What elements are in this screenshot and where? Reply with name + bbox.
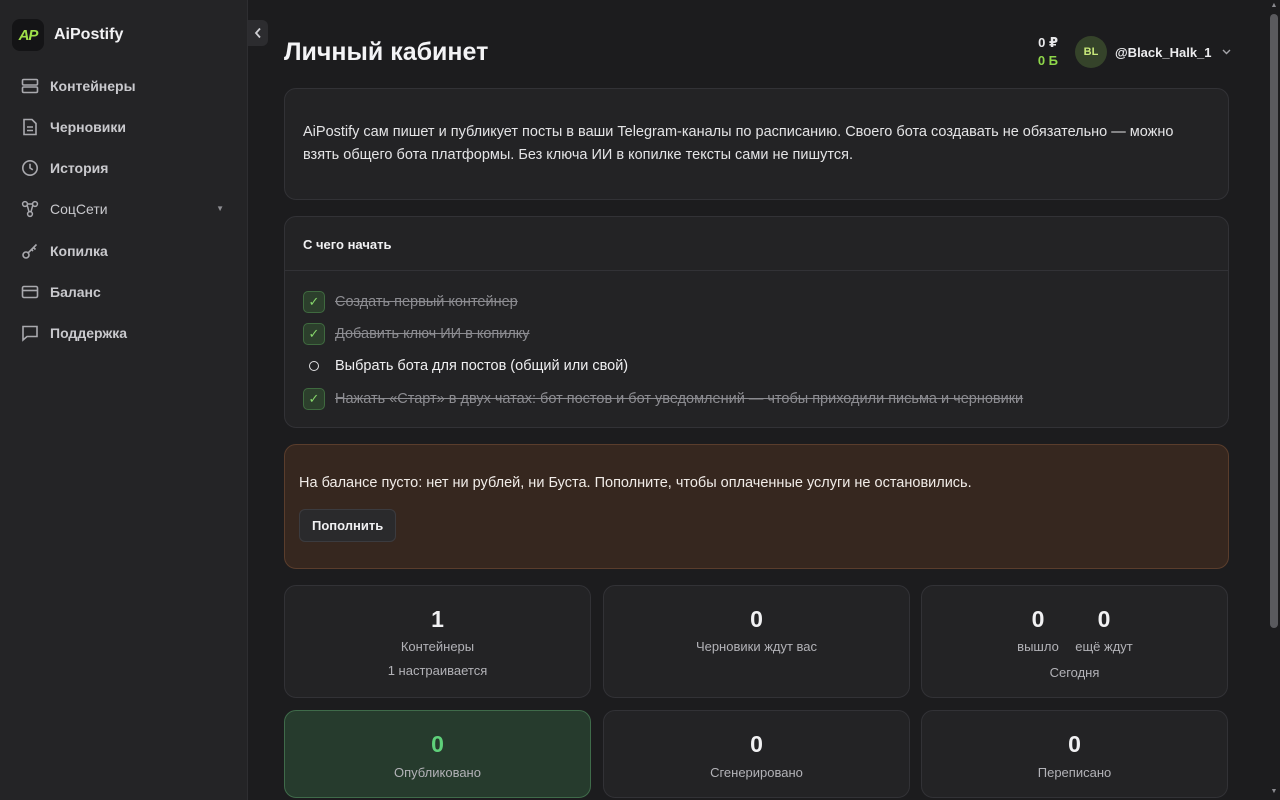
empty-balance-alert: На балансе пусто: нет ни рублей, ни Буст… xyxy=(284,444,1229,569)
user-menu[interactable]: BL @Black_Halk_1 xyxy=(1075,36,1231,68)
logo: AP xyxy=(12,19,44,51)
key-icon xyxy=(20,241,40,261)
stat-today[interactable]: 0 вышло 0 ещё ждут Сегодня xyxy=(921,585,1228,698)
stat-published[interactable]: 0 Опубликовано xyxy=(284,710,591,798)
network-icon xyxy=(20,199,40,219)
step-label: Выбрать бота для постов (общий или свой) xyxy=(335,358,629,374)
server-icon xyxy=(20,76,40,96)
stat-label: Опубликовано xyxy=(394,765,481,780)
checkmark-icon: ✓ xyxy=(303,388,325,410)
sidebar-item-socials[interactable]: СоцСети ▼ xyxy=(10,191,238,227)
step-item[interactable]: ✓ Создать первый контейнер xyxy=(303,290,518,314)
sidebar-item-containers[interactable]: Контейнеры xyxy=(10,68,238,104)
scrollbar[interactable]: ▲ ▼ xyxy=(1268,0,1280,800)
chevron-down-icon xyxy=(1222,47,1231,58)
stat-label: Черновики ждут вас xyxy=(695,639,818,654)
sidebar-item-balance[interactable]: Баланс xyxy=(10,274,238,310)
step-item[interactable]: ✓ Нажать «Старт» в двух чатах: бот посто… xyxy=(303,387,1023,411)
stat-value: 1 xyxy=(431,606,444,632)
card-icon xyxy=(20,282,40,302)
sidebar-item-label: Баланс xyxy=(50,284,101,300)
stat-value: 0 xyxy=(1031,606,1045,632)
stat-value: 0 xyxy=(1097,606,1111,632)
sidebar-item-label: СоцСети xyxy=(50,201,108,217)
intro-card: AiPostify сам пишет и публикует посты в … xyxy=(284,88,1229,200)
stat-value: 0 xyxy=(431,731,444,757)
clock-icon xyxy=(20,158,40,178)
chevron-left-icon xyxy=(254,27,261,39)
checkmark-icon: ✓ xyxy=(303,323,325,345)
avatar: BL xyxy=(1075,36,1107,68)
username: @Black_Halk_1 xyxy=(1115,44,1212,60)
step-label: Нажать «Старт» в двух чатах: бот постов … xyxy=(335,391,1024,407)
intro-text: AiPostify сам пишет и публикует посты в … xyxy=(303,124,1174,163)
stat-label: Контейнеры xyxy=(400,639,475,654)
scroll-up-arrow-icon[interactable]: ▲ xyxy=(1270,2,1278,12)
checkmark-icon: ✓ xyxy=(303,291,325,313)
circle-icon xyxy=(303,355,325,377)
chevron-down-icon: ▼ xyxy=(216,204,224,213)
sidebar-item-label: Поддержка xyxy=(50,325,128,341)
scroll-down-arrow-icon[interactable]: ▼ xyxy=(1270,788,1278,798)
today-waiting: 0 ещё ждут xyxy=(1069,606,1139,654)
stat-value: 0 xyxy=(750,606,763,632)
brand[interactable]: AP AiPostify xyxy=(12,18,123,52)
step-label: Добавить ключ ИИ в копилку xyxy=(335,326,530,342)
stat-value: 0 xyxy=(1068,731,1081,757)
sidebar: AP AiPostify Контейнеры Черновики Истори… xyxy=(0,0,248,800)
sidebar-item-vault[interactable]: Копилка xyxy=(10,233,238,269)
getting-started-title: С чего начать xyxy=(303,237,392,252)
sidebar-item-drafts[interactable]: Черновики xyxy=(10,109,238,145)
sidebar-item-history[interactable]: История xyxy=(10,150,238,186)
stat-drafts[interactable]: 0 Черновики ждут вас xyxy=(603,585,910,698)
stat-label: вышло xyxy=(1017,639,1059,654)
sidebar-item-label: Контейнеры xyxy=(50,78,136,94)
sidebar-item-support[interactable]: Поддержка xyxy=(10,315,238,351)
top-up-button[interactable]: Пополнить xyxy=(299,509,397,542)
sidebar-item-label: История xyxy=(50,160,109,176)
alert-text: На балансе пусто: нет ни рублей, ни Буст… xyxy=(299,475,972,491)
chat-icon xyxy=(20,323,40,343)
stat-label: Сегодня xyxy=(1049,665,1100,680)
balance-rub: 0 ₽ xyxy=(1038,35,1058,50)
balance-boost: 0 Б xyxy=(1037,53,1058,68)
stat-sub: 1 настраивается xyxy=(387,663,488,678)
sidebar-item-label: Черновики xyxy=(50,119,127,135)
sidebar-item-label: Копилка xyxy=(50,243,108,259)
balance-summary[interactable]: 0 ₽ 0 Б xyxy=(1030,34,1058,70)
collapse-sidebar-button[interactable] xyxy=(248,20,268,46)
stat-label: Переписано xyxy=(1037,765,1112,780)
stat-label: Сгенерировано xyxy=(710,765,803,780)
brand-name: AiPostify xyxy=(54,26,124,43)
stat-value: 0 xyxy=(750,731,763,757)
stat-containers[interactable]: 1 Контейнеры 1 настраивается xyxy=(284,585,591,698)
stat-label: ещё ждут xyxy=(1075,639,1133,654)
document-icon xyxy=(20,117,40,137)
stat-rewritten[interactable]: 0 Переписано xyxy=(921,710,1228,798)
getting-started-card: С чего начать ✓ Создать первый контейнер… xyxy=(284,216,1229,428)
step-item[interactable]: ✓ Добавить ключ ИИ в копилку xyxy=(303,322,530,346)
scrollbar-thumb[interactable] xyxy=(1270,14,1278,628)
divider xyxy=(285,270,1228,271)
step-item[interactable]: Выбрать бота для постов (общий или свой) xyxy=(303,354,628,378)
stat-generated[interactable]: 0 Сгенерировано xyxy=(603,710,910,798)
step-label: Создать первый контейнер xyxy=(335,294,518,310)
today-out: 0 вышло xyxy=(1003,606,1073,654)
page-title: Личный кабинет xyxy=(284,38,489,66)
